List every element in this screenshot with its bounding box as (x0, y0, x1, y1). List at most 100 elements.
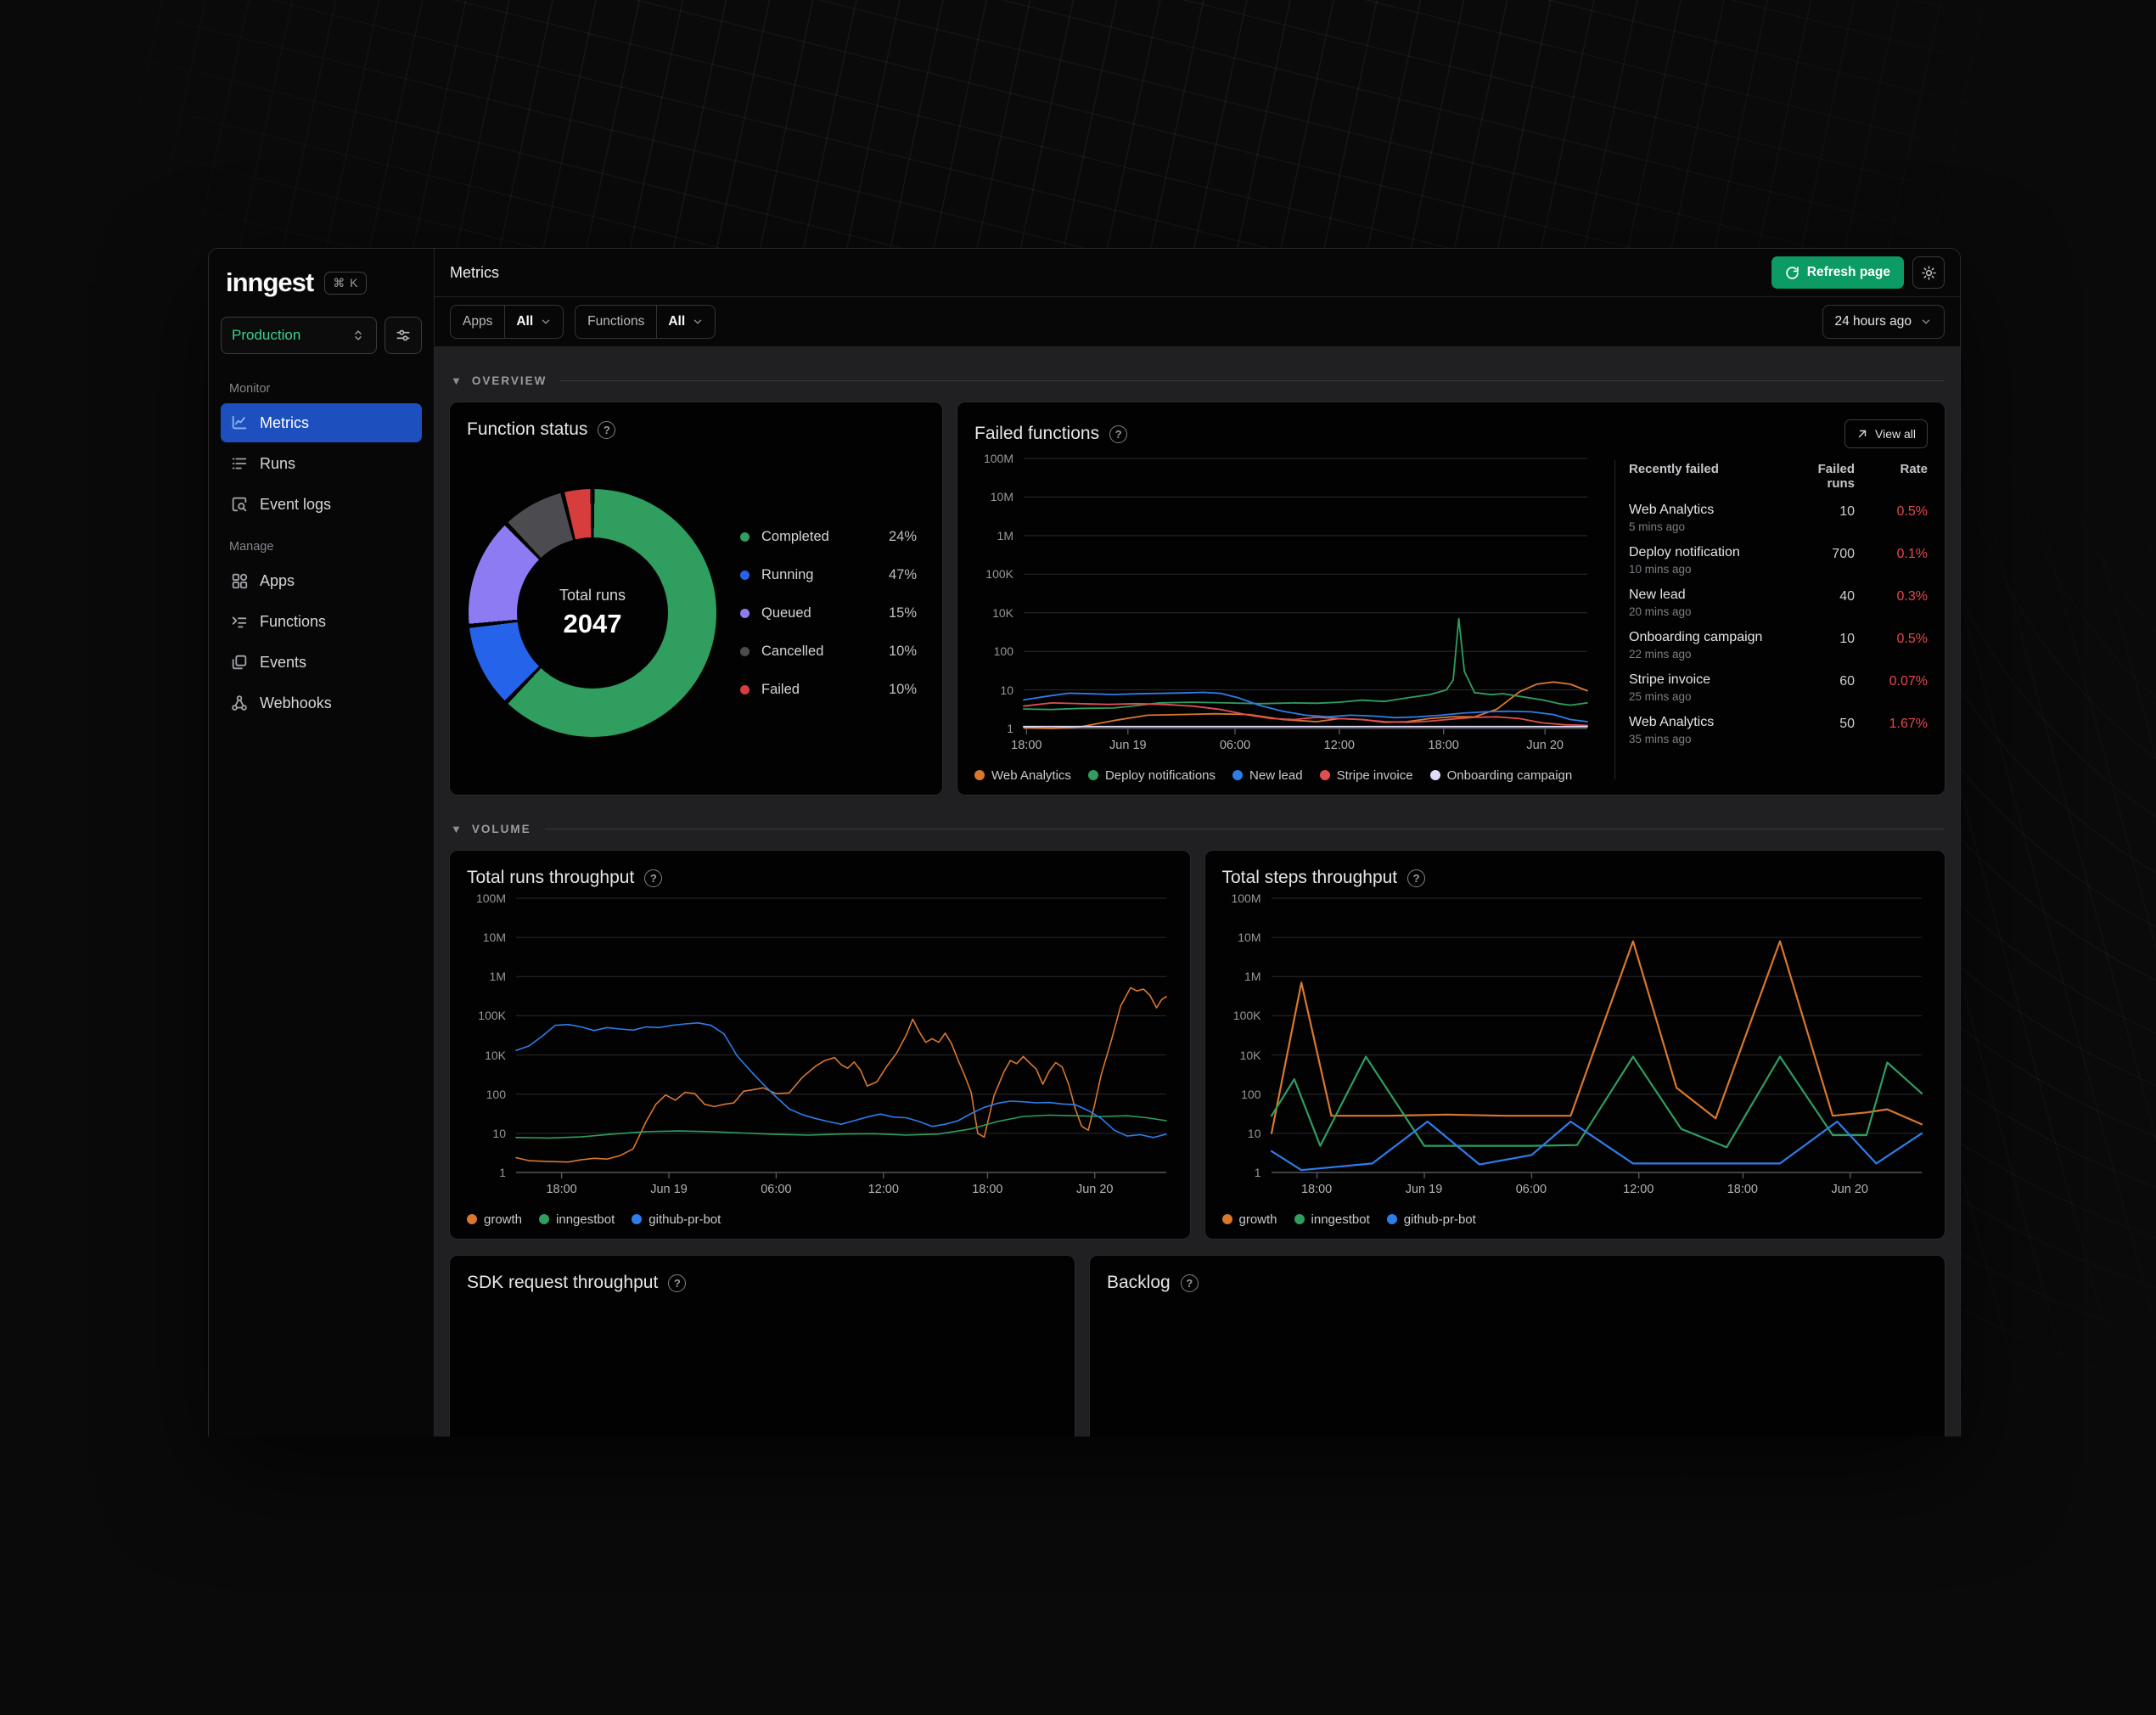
functions-filter-label: Functions (587, 314, 645, 329)
failed-functions-chart: 100M 10M 1M 100K 10K 100 10 1 18:00 Jun 19 06:00 12… (974, 452, 1594, 756)
apps-filter-value: All (516, 314, 534, 329)
command-k-shortcut[interactable]: ⌘ K (324, 271, 368, 295)
functions-filter-value: All (668, 314, 686, 329)
function-name: Web Analytics (1629, 503, 1715, 517)
table-row[interactable]: Web Analytics 5 mins ago 10 0.5% (1629, 503, 1928, 533)
x-axis-label: 18:00 (972, 1183, 1003, 1196)
webhooks-icon (232, 695, 247, 711)
help-icon[interactable]: ? (1109, 425, 1128, 443)
y-axis-label: 1M (997, 528, 1013, 543)
legend-label: Onboarding campaign (1446, 768, 1573, 783)
functions-filter[interactable]: Functions All (575, 305, 716, 339)
nav-section-manage: Manage (229, 540, 274, 554)
x-axis-label: Jun 20 (1831, 1183, 1869, 1196)
view-all-label: View all (1875, 427, 1916, 441)
donut-center-label: Total runs (559, 587, 626, 604)
sidebar-item-event-logs[interactable]: Event logs (221, 485, 422, 524)
legend-label: Deploy notifications (1104, 768, 1216, 783)
chart-legend-item: growth (467, 1212, 522, 1227)
overview-section-label: OVERVIEW (471, 374, 547, 387)
legend-label: Cancelled (761, 643, 824, 659)
functions-list-icon (232, 616, 247, 628)
sidebar-item-runs[interactable]: Runs (221, 444, 422, 483)
y-axis-label: 10 (1247, 1126, 1261, 1140)
failure-rate: 1.67% (1889, 717, 1928, 731)
settings-button[interactable] (1912, 256, 1945, 289)
legend-dot (1294, 1214, 1305, 1224)
environment-select[interactable]: Production (221, 317, 377, 354)
column-header-recently-failed: Recently failed (1629, 462, 1719, 476)
section-collapse-caret[interactable]: ▼ (451, 374, 462, 387)
environment-value: Production (232, 327, 301, 343)
help-icon[interactable]: ? (598, 420, 616, 439)
backlog-title: Backlog (1107, 1273, 1171, 1292)
chart-legend-item: Stripe invoice (1319, 768, 1413, 783)
time-range-select[interactable]: 24 hours ago (1822, 305, 1945, 339)
chart-legend-item: New lead (1232, 768, 1303, 783)
column-header-rate: Rate (1900, 462, 1928, 476)
total-runs-chart-legend: growth inngestbot github-pr-bot (467, 1200, 1173, 1239)
failed-functions-card: Failed functions ? View all 100M 10M 1M 100… (957, 402, 1945, 796)
function-name: Stripe invoice (1629, 672, 1711, 687)
table-row[interactable]: Deploy notification 10 mins ago 700 0.1% (1629, 545, 1928, 576)
legend-label: growth (1238, 1212, 1277, 1227)
help-icon[interactable]: ? (1407, 869, 1426, 887)
sidebar-nav: Monitor Metrics Runs Event logs Manage A… (221, 376, 422, 723)
failed-functions-title: Failed functions (974, 424, 1100, 443)
view-all-button[interactable]: View all (1844, 419, 1928, 448)
chevron-down-icon (1922, 319, 1930, 324)
status-legend-item: Queued 15% (740, 594, 917, 633)
sidebar-item-webhooks[interactable]: Webhooks (221, 683, 422, 723)
failed-runs-count: 40 (1839, 589, 1855, 604)
failed-time: 20 mins ago (1629, 605, 1692, 618)
section-collapse-caret[interactable]: ▼ (451, 823, 462, 835)
y-axis-label: 10K (1239, 1048, 1261, 1062)
failed-time: 22 mins ago (1629, 648, 1692, 661)
refresh-icon (1786, 266, 1799, 279)
apps-filter[interactable]: Apps All (450, 305, 564, 339)
function-status-card: Function status ? Total runs 2047 Comple… (449, 402, 943, 796)
help-icon[interactable]: ? (644, 869, 663, 887)
legend-percentage: 15% (888, 604, 917, 621)
time-range-value: 24 hours ago (1834, 314, 1912, 329)
failed-runs-count: 50 (1839, 717, 1855, 731)
gear-icon (1921, 265, 1936, 280)
sidebar-item-label: Apps (260, 571, 295, 589)
x-axis-label: 18:00 (1726, 1183, 1758, 1196)
y-axis-label: 10K (992, 605, 1013, 620)
legend-label: github-pr-bot (648, 1212, 721, 1227)
failed-runs-count: 60 (1839, 674, 1855, 689)
arrow-up-right-icon (1858, 430, 1867, 438)
table-row[interactable]: Onboarding campaign 22 mins ago 10 0.5% (1629, 630, 1928, 661)
table-row[interactable]: Stripe invoice 25 mins ago 60 0.07% (1629, 672, 1928, 703)
y-axis-label: 1 (499, 1166, 506, 1179)
donut-center-value: 2047 (563, 609, 622, 638)
sidebar-item-functions[interactable]: Functions (221, 602, 422, 641)
sidebar-item-events[interactable]: Events (221, 643, 422, 682)
topbar: Metrics Refresh page (435, 249, 1960, 297)
failure-rate: 0.3% (1896, 589, 1928, 604)
y-axis-label: 1M (1244, 970, 1261, 984)
sidebar-item-apps[interactable]: Apps (221, 561, 422, 600)
app-window: inngest ⌘ K Production Monitor Metrics R… (208, 248, 1961, 1437)
x-axis-label: 18:00 (546, 1183, 577, 1196)
refresh-page-button[interactable]: Refresh page (1771, 256, 1904, 289)
legend-dot (1087, 770, 1098, 780)
sidebar-item-label: Functions (260, 612, 327, 630)
runs-list-icon (232, 458, 247, 470)
nav-section-monitor: Monitor (229, 382, 271, 396)
failed-time: 35 mins ago (1629, 733, 1692, 745)
table-row[interactable]: Web Analytics 35 mins ago 50 1.67% (1629, 715, 1928, 745)
total-steps-chart: 100M 10M 1M 100K 10K 100 10 1 18:00 Jun 19 06:00 12… (1222, 891, 1929, 1200)
help-icon[interactable]: ? (668, 1274, 687, 1292)
total-runs-throughput-card: Total runs throughput ? 100M 10M 1M 100K 10K… (449, 850, 1191, 1240)
environment-filter-button[interactable] (385, 317, 422, 354)
legend-label: inngestbot (556, 1212, 615, 1227)
help-icon[interactable]: ? (1180, 1274, 1199, 1292)
legend-label: growth (484, 1212, 523, 1227)
chart-legend-item: inngestbot (1294, 1212, 1370, 1227)
x-axis-label: 06:00 (761, 1183, 792, 1196)
table-row[interactable]: New lead 20 mins ago 40 0.3% (1629, 588, 1928, 618)
sidebar-item-metrics[interactable]: Metrics (221, 403, 422, 442)
chevron-down-icon (693, 319, 702, 324)
